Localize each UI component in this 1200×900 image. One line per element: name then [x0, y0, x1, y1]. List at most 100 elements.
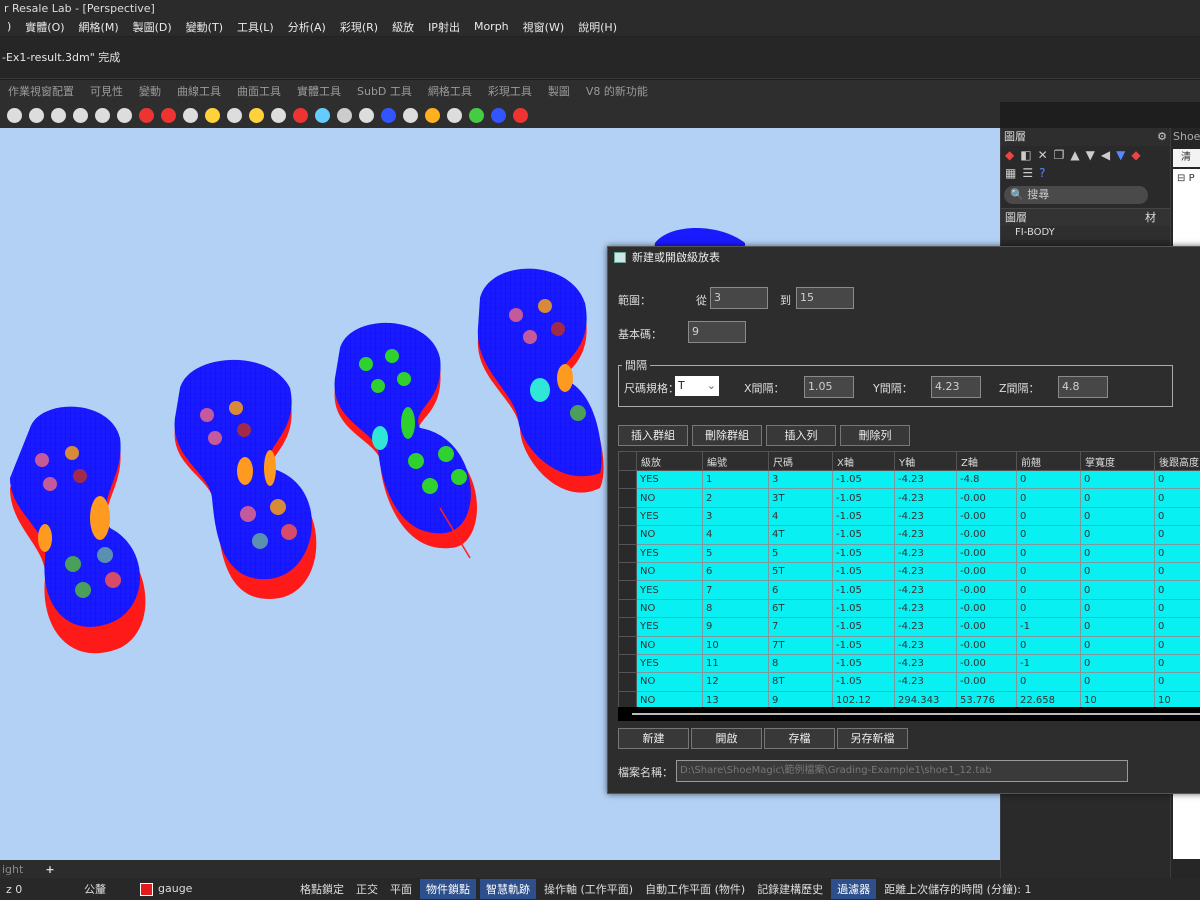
table-cell[interactable]: YES	[636, 617, 703, 637]
table-cell[interactable]: -4.8	[956, 469, 1017, 490]
row-header[interactable]	[618, 506, 637, 527]
lock2-icon[interactable]	[268, 105, 288, 125]
table-cell[interactable]: 7T	[768, 635, 833, 655]
toolbar-tab[interactable]: 製圖	[540, 83, 578, 99]
car-icon[interactable]	[136, 105, 156, 125]
table-cell[interactable]: 6T	[768, 598, 833, 619]
table-cell[interactable]: 0	[1154, 672, 1200, 692]
status-toggle[interactable]: 記錄建構歷史	[751, 881, 829, 897]
table-cell[interactable]: 10	[702, 635, 769, 655]
menu-item[interactable]: 變動(T)	[179, 19, 230, 35]
table-cell[interactable]: 3T	[768, 488, 833, 508]
table-cell[interactable]: -0.00	[956, 525, 1017, 545]
table-cell[interactable]: -1.05	[832, 672, 895, 692]
table-cell[interactable]: -0.00	[956, 635, 1017, 655]
table-cell[interactable]: -4.23	[894, 672, 957, 692]
table-cell[interactable]: -0.00	[956, 488, 1017, 508]
table-cell[interactable]: 0	[1154, 488, 1200, 508]
help-icon[interactable]: ?	[1039, 166, 1045, 180]
row-header[interactable]	[618, 580, 637, 600]
viewport-tab[interactable]: ight	[0, 863, 23, 876]
table-cell[interactable]: 6	[768, 580, 833, 600]
table-cell[interactable]: -4.23	[894, 525, 957, 545]
table-cell[interactable]: 0	[1016, 580, 1081, 600]
status-toggle[interactable]: 格點鎖定	[294, 881, 350, 897]
list-view-icon[interactable]: ☰	[1022, 166, 1033, 180]
row-header[interactable]	[618, 525, 637, 545]
table-row[interactable]: YES 1 3 -1.05 -4.23 -4.8 0 0 0	[618, 469, 1200, 490]
table-cell[interactable]: -0.00	[956, 543, 1017, 563]
table-row[interactable]: NO 10 7T -1.05 -4.23 -0.00 0 0 0	[618, 635, 1200, 655]
table-cell[interactable]: 0	[1080, 580, 1155, 600]
table-cell[interactable]: 4	[768, 506, 833, 527]
table-cell[interactable]: 0	[1080, 672, 1155, 692]
table-cell[interactable]: -4.23	[894, 543, 957, 563]
current-layer[interactable]: gauge	[134, 882, 294, 896]
toolbar-tab[interactable]: V8 的新功能	[578, 83, 656, 99]
table-cell[interactable]: 0	[1154, 580, 1200, 600]
status-toggle[interactable]: 操作軸 (工作平面)	[538, 881, 639, 897]
render-icon[interactable]	[202, 105, 222, 125]
table-cell[interactable]: -1.05	[832, 506, 895, 527]
table-cell[interactable]: -4.23	[894, 617, 957, 637]
column-header[interactable]: Y軸	[894, 451, 957, 471]
table-cell[interactable]: -1	[1016, 617, 1081, 637]
table-cell[interactable]: 7	[702, 580, 769, 600]
table-cell[interactable]: 4T	[768, 525, 833, 545]
layer-search-input[interactable]: 🔍 搜尋	[1004, 186, 1148, 204]
table-cell[interactable]: -4.23	[894, 598, 957, 619]
status-toggle[interactable]: 物件鎖點	[420, 879, 476, 899]
move-down-icon[interactable]: ▼	[1086, 148, 1095, 162]
lock-icon[interactable]	[224, 105, 244, 125]
table-cell[interactable]: -1.05	[832, 598, 895, 619]
table-row[interactable]: NO 12 8T -1.05 -4.23 -0.00 0 0 0	[618, 672, 1200, 692]
row-header[interactable]	[618, 598, 637, 619]
four-view-icon[interactable]	[114, 105, 134, 125]
add-viewport-tab-button[interactable]: +	[45, 863, 54, 876]
toolbar-tab[interactable]: 可見性	[82, 83, 131, 99]
grading-table[interactable]: 級放 編號 尺碼 X軸 Y軸 Z軸 前翹 掌寬度 後跟高度 YES 1 3 -1.05 -4.23 -4.…	[618, 451, 1200, 721]
column-header[interactable]: Z軸	[956, 451, 1017, 471]
toolbar-tab[interactable]: 曲面工具	[229, 83, 289, 99]
table-cell[interactable]: 0	[1080, 543, 1155, 563]
table-cell[interactable]: 0	[1016, 561, 1081, 582]
size-spec-select[interactable]: T ⌄	[675, 376, 719, 396]
toolbar-tab[interactable]: 變動	[131, 83, 169, 99]
table-cell[interactable]: -4.23	[894, 580, 957, 600]
delete-icon[interactable]: ✕	[1038, 148, 1048, 162]
status-toggle[interactable]: 過濾器	[831, 879, 877, 899]
table-cell[interactable]: 3	[768, 469, 833, 490]
table-cell[interactable]: -1.05	[832, 488, 895, 508]
table-cell[interactable]: YES	[636, 580, 703, 600]
help-icon[interactable]	[488, 105, 508, 125]
table-cell[interactable]: -0.00	[956, 561, 1017, 582]
car-icon-2[interactable]	[158, 105, 178, 125]
table-cell[interactable]: NO	[636, 672, 703, 692]
status-toggle[interactable]: 自動工作平面 (物件)	[639, 881, 751, 897]
menu-item[interactable]: 網格(M)	[72, 19, 126, 35]
table-cell[interactable]: -0.00	[956, 672, 1017, 692]
table-cell[interactable]: 0	[1016, 506, 1081, 527]
row-header[interactable]	[618, 469, 637, 490]
menu-item[interactable]: 實體(O)	[18, 19, 71, 35]
grid-view-icon[interactable]: ▦	[1005, 166, 1016, 180]
menu-item[interactable]: 視窗(W)	[516, 19, 571, 35]
column-header[interactable]: X軸	[832, 451, 895, 471]
menu-item[interactable]: 分析(A)	[281, 19, 333, 35]
table-cell[interactable]: NO	[636, 598, 703, 619]
table-cell[interactable]: 0	[1080, 488, 1155, 508]
table-cell[interactable]: 0	[1080, 653, 1155, 674]
table-cell[interactable]: -4.23	[894, 469, 957, 490]
table-cell[interactable]: 0	[1154, 598, 1200, 619]
menu-item[interactable]: 彩現(R)	[333, 19, 385, 35]
y-interval-input[interactable]: 4.23	[931, 376, 981, 398]
table-cell[interactable]: NO	[636, 561, 703, 582]
column-header[interactable]: 編號	[702, 451, 769, 471]
table-cell[interactable]: 0	[1080, 561, 1155, 582]
filter-icon[interactable]: ▼	[1116, 148, 1125, 162]
table-row[interactable]: YES 5 5 -1.05 -4.23 -0.00 0 0 0	[618, 543, 1200, 563]
menu-item[interactable]: 級放	[385, 19, 421, 35]
status-toggle[interactable]: 智慧軌跡	[480, 879, 536, 899]
table-row[interactable]: NO 6 5T -1.05 -4.23 -0.00 0 0 0	[618, 561, 1200, 582]
x-interval-input[interactable]: 1.05	[804, 376, 854, 398]
